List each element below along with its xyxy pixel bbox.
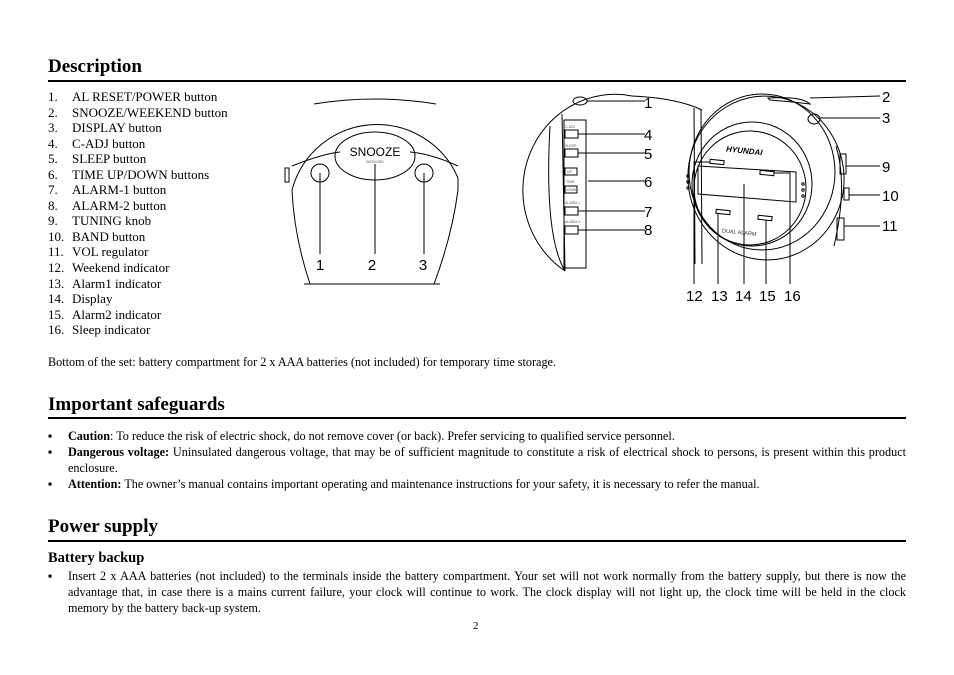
alarm1-button (564, 206, 579, 216)
bullet-icon: ▪ (48, 569, 53, 583)
list-item: 3. DISPLAY button (48, 120, 162, 136)
side-back-line-a (700, 109, 703, 265)
callout-angled-3: 3 (882, 110, 890, 127)
parts-list: 1. AL RESET/POWER button 2. SNOOZE/WEEKEND… (48, 89, 228, 338)
callout-8: 8 (644, 222, 652, 239)
callout-7: 7 (644, 204, 652, 221)
list-item: 14. Display (48, 291, 113, 307)
list-item: 11. VOL regulator (48, 244, 149, 260)
section-title-safeguards: Important safeguards (48, 394, 225, 415)
lcd-display (697, 165, 797, 203)
side-arc-left (522, 93, 633, 272)
snooze-label: SNOOZE (350, 145, 401, 159)
bullet-icon: ▪ (48, 429, 53, 443)
callout-5: 5 (644, 146, 652, 163)
alarm1-label: ALARM-1 (565, 201, 580, 205)
list-item: ▪ Insert 2 x AAA batteries (not included… (48, 569, 906, 615)
c-adj-button (564, 129, 579, 139)
angled-view (686, 93, 881, 284)
side-jack (284, 167, 290, 183)
sleep-label: SLEEP (565, 144, 577, 148)
alarm2-label: ALARM-2 (565, 220, 580, 224)
callout-14: 14 (735, 288, 752, 302)
list-item: 5. SLEEP button (48, 151, 147, 167)
side-top (631, 95, 703, 111)
leader-line-16 (774, 172, 791, 284)
weekend-label: WEEKEND (366, 160, 384, 164)
safeguards-list: ▪ Caution: To reduce the risk of electri… (48, 428, 906, 492)
list-item: 2. SNOOZE/WEEKEND button (48, 104, 228, 120)
callout-10: 10 (882, 188, 899, 205)
side-button-panel (563, 119, 587, 269)
angled-snooze-bar (766, 97, 812, 105)
up-label: UP (567, 170, 573, 174)
page-number: 2 (473, 620, 479, 632)
indicator-dot (801, 194, 805, 198)
band-button (843, 187, 850, 201)
list-item: 15. Alarm2 indicator (48, 306, 162, 322)
indicator-dot (686, 186, 690, 190)
battery-compartment-note: Bottom of the set: battery compartment f… (48, 355, 557, 369)
callout-13: 13 (711, 288, 728, 302)
list-item: ▪ Dangerous voltage: Uninsulated dangero… (48, 445, 906, 475)
angled-body-outer (688, 93, 836, 251)
list-item: 8. ALARM-2 button (48, 197, 167, 213)
time-label: TIME (566, 180, 575, 184)
list-item: ▪ Caution: To reduce the risk of electri… (48, 429, 675, 443)
alarm2-button (564, 225, 579, 235)
list-item: 16. Sleep indicator (48, 322, 151, 338)
callout-2: 2 (368, 257, 376, 274)
callout-9: 9 (882, 159, 890, 176)
side-view (522, 93, 703, 272)
list-item: 4. C-ADJ button (48, 135, 146, 151)
callout-side-1: 1 (644, 95, 652, 112)
front-left-ridge (291, 151, 341, 167)
list-item: 12. Weekend indicator (48, 260, 170, 276)
front-top-edge (313, 98, 437, 105)
list-item: 13. Alarm1 indicator (48, 275, 162, 291)
dual-alarm-label: DUAL ALARM (722, 228, 757, 238)
bullet-icon: ▪ (48, 477, 53, 491)
callout-4: 4 (644, 127, 652, 144)
callout-angled-2: 2 (882, 89, 890, 106)
list-item: 7. ALARM-1 button (48, 182, 167, 198)
indicator-dot (801, 182, 805, 186)
callout-12: 12 (686, 288, 703, 302)
callout-3: 3 (419, 257, 427, 274)
callout-6: 6 (644, 174, 652, 191)
clock-radio-illustration: SNOOZE WEEKEND 1 2 3 C-ADJ SLEEP UP TIME… (284, 89, 899, 302)
battery-backup-list: ▪ Insert 2 x AAA batteries (not included… (48, 568, 906, 616)
list-item: 1. AL RESET/POWER button (48, 89, 218, 104)
c-adj-label: C-ADJ (565, 125, 576, 129)
down-label: DOWN (565, 188, 577, 192)
section-rule (48, 80, 906, 82)
volume-wheel (836, 217, 845, 241)
list-item: ▪ Attention: The owner’s manual contains… (48, 477, 760, 491)
angled-display-button (807, 113, 821, 125)
section-rule (48, 540, 906, 542)
callout-15: 15 (759, 288, 776, 302)
list-item: 6. TIME UP/DOWN buttons (48, 166, 210, 182)
indicator-dot (801, 188, 805, 192)
leader-line-angled-2 (809, 95, 881, 99)
brand-logo: HYUNDAI (726, 145, 764, 158)
list-item: 10. BAND button (48, 228, 146, 244)
alarm1-indicator (715, 208, 731, 216)
sleep-indicator (759, 169, 775, 177)
section-title-description: Description (48, 56, 142, 77)
subsection-title-battery-backup: Battery backup (48, 550, 145, 566)
callout-1: 1 (316, 257, 324, 274)
list-item: 9. TUNING knob (48, 213, 152, 229)
callout-16: 16 (784, 288, 801, 302)
callout-11: 11 (882, 218, 898, 235)
alarm2-indicator (757, 214, 773, 222)
section-rule (48, 417, 906, 419)
weekend-indicator (709, 158, 725, 166)
sleep-button (564, 148, 579, 158)
section-title-power-supply: Power supply (48, 516, 158, 537)
bullet-icon: ▪ (48, 445, 53, 459)
